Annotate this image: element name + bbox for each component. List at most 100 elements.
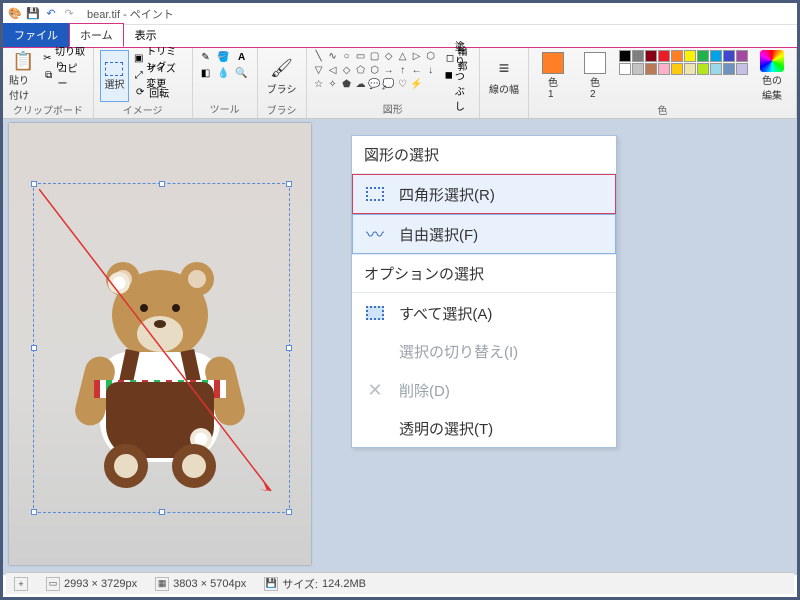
swatch[interactable] [645, 63, 657, 75]
group-clipboard: 📋貼り付け ✂切り取り ⧉コピー クリップボード [3, 48, 94, 118]
swatch[interactable] [632, 50, 644, 62]
group-image: 選択 ▣トリミング ⤢サイズ変更 ⟳回転 イメージ [94, 48, 193, 118]
menu-rect-select[interactable]: 四角形選択(R) [352, 174, 616, 214]
swatch[interactable] [645, 50, 657, 62]
ribbon-tabs: ファイル ホーム 表示 [3, 25, 797, 47]
delete-icon: ✕ [363, 378, 387, 402]
swatch[interactable] [723, 50, 735, 62]
fill-icon[interactable]: 🪣 [217, 50, 231, 64]
ribbon: 📋貼り付け ✂切り取り ⧉コピー クリップボード 選択 ▣トリミング ⤢サイズ変… [3, 47, 797, 119]
paste-label: 貼り付け [9, 72, 38, 102]
edit-colors-icon [760, 50, 784, 72]
swatch[interactable] [658, 63, 670, 75]
swatch[interactable] [619, 63, 631, 75]
zoom-icon[interactable]: 🔍 [235, 66, 249, 80]
menu-transparent-select[interactable]: 透明の選択(T) [352, 410, 616, 447]
status-image-size: ▦3803 × 5704px [155, 577, 246, 591]
status-selection-size: ▭2993 × 3729px [46, 577, 137, 591]
menu-free-select[interactable]: 〰 自由選択(F) [352, 214, 616, 254]
thickness-icon: ≡ [492, 57, 516, 81]
selection-menu: 図形の選択 四角形選択(R) 〰 自由選択(F) オプションの選択 すべて選択(… [351, 135, 617, 448]
sel-size-icon: ▭ [46, 577, 60, 591]
paste-icon: 📋 [11, 50, 35, 72]
swatch[interactable] [736, 50, 748, 62]
paste-button[interactable]: 📋貼り付け [9, 50, 38, 102]
eraser-icon[interactable]: ◧ [199, 66, 213, 80]
rect-select-icon [363, 182, 387, 206]
color1-swatch [542, 52, 564, 74]
canvas-pane [3, 119, 341, 575]
tab-home[interactable]: ホーム [69, 23, 124, 47]
menu-invert-select: 選択の切り替え(I) [352, 333, 616, 370]
fill-shape-icon: ◼ [445, 68, 453, 82]
swatch[interactable] [697, 63, 709, 75]
swatch[interactable] [723, 63, 735, 75]
swatch[interactable] [710, 63, 722, 75]
swatch[interactable] [697, 50, 709, 62]
group-shapes-label: 図形 [313, 101, 473, 118]
select-button[interactable]: 選択 [100, 50, 129, 102]
cut-icon: ✂ [42, 51, 53, 65]
copy-icon: ⧉ [42, 68, 56, 82]
swatch[interactable] [684, 63, 696, 75]
img-size-icon: ▦ [155, 577, 169, 591]
crop-icon: ▣ [133, 51, 144, 65]
rotate-icon: ⟳ [133, 85, 147, 99]
free-select-icon: 〰 [363, 222, 387, 246]
pencil-icon[interactable]: ✎ [199, 50, 213, 64]
outline-icon: ◻ [445, 51, 456, 65]
swatch[interactable] [684, 50, 696, 62]
group-colors: 色 1 色 2 色の 編集 色 [529, 48, 797, 118]
copy-button[interactable]: ⧉コピー [42, 67, 87, 83]
status-bar: + ▭2993 × 3729px ▦3803 × 5704px 💾サイズ: 12… [6, 572, 794, 594]
swatch[interactable] [632, 63, 644, 75]
picker-icon[interactable]: 💧 [217, 66, 231, 80]
status-cursor: + [14, 577, 28, 591]
color-palette[interactable] [619, 50, 748, 75]
color2-button[interactable]: 色 2 [577, 50, 613, 102]
rotate-button[interactable]: ⟳回転 [133, 84, 185, 100]
group-thickness: ≡線の幅 [480, 48, 529, 118]
resize-icon: ⤢ [133, 68, 144, 82]
selection-rectangle[interactable] [33, 183, 290, 513]
title-bar: 🎨 💾 ↶ ↷ bear.tif - ペイント [3, 3, 797, 25]
workspace: 図形の選択 四角形選択(R) 〰 自由選択(F) オプションの選択 すべて選択(… [3, 119, 797, 575]
disk-icon: 💾 [264, 577, 278, 591]
canvas[interactable] [9, 123, 311, 565]
swatch[interactable] [710, 50, 722, 62]
swatch[interactable] [658, 50, 670, 62]
shapes-gallery[interactable]: ╲∿○▭▢◇△▷⬡ ▽◁◇⬠⬡→↑←↓ ☆✧⬟☁💬💭♡⚡ [313, 50, 437, 90]
color2-swatch [584, 52, 606, 74]
swatch[interactable] [619, 50, 631, 62]
select-icon [105, 62, 123, 76]
status-file-size: 💾サイズ: 124.2MB [264, 576, 366, 592]
group-brushes: 🖌ブラシ ブラシ [258, 48, 307, 118]
cursor-icon: + [14, 577, 28, 591]
group-shapes: ╲∿○▭▢◇△▷⬡ ▽◁◇⬠⬡→↑←↓ ☆✧⬟☁💬💭♡⚡ ◻輪郭 ◼塗りつぶし … [307, 48, 480, 118]
selection-dropdown-pane: 図形の選択 四角形選択(R) 〰 自由選択(F) オプションの選択 すべて選択(… [341, 119, 797, 575]
thickness-button[interactable]: ≡線の幅 [486, 50, 522, 102]
window-title: bear.tif - ペイント [87, 6, 174, 22]
menu-delete: ✕ 削除(D) [352, 370, 616, 410]
redo-icon[interactable]: ↷ [61, 6, 77, 22]
group-image-label: イメージ [100, 102, 186, 119]
fill-shape-button[interactable]: ◼塗りつぶし [445, 67, 473, 83]
edit-colors-button[interactable]: 色の 編集 [754, 50, 790, 102]
menu-header-options: オプションの選択 [352, 254, 616, 293]
brushes-button[interactable]: 🖌ブラシ [264, 50, 300, 102]
text-icon[interactable]: A [235, 50, 249, 64]
menu-select-all[interactable]: すべて選択(A) [352, 293, 616, 333]
swatch[interactable] [671, 50, 683, 62]
resize-button[interactable]: ⤢サイズ変更 [133, 67, 185, 83]
app-icon: 🎨 [7, 6, 23, 22]
undo-icon[interactable]: ↶ [43, 6, 59, 22]
group-brushes-label: ブラシ [264, 102, 300, 119]
group-tools: ✎ 🪣 A ◧ 💧 🔍 ツール [193, 48, 258, 118]
save-icon[interactable]: 💾 [25, 6, 41, 22]
swatch[interactable] [671, 63, 683, 75]
quick-access-toolbar: 🎨 💾 ↶ ↷ [7, 6, 77, 22]
group-tools-label: ツール [199, 101, 251, 118]
color1-button[interactable]: 色 1 [535, 50, 571, 102]
swatch[interactable] [736, 63, 748, 75]
brush-icon: 🖌 [270, 57, 294, 81]
